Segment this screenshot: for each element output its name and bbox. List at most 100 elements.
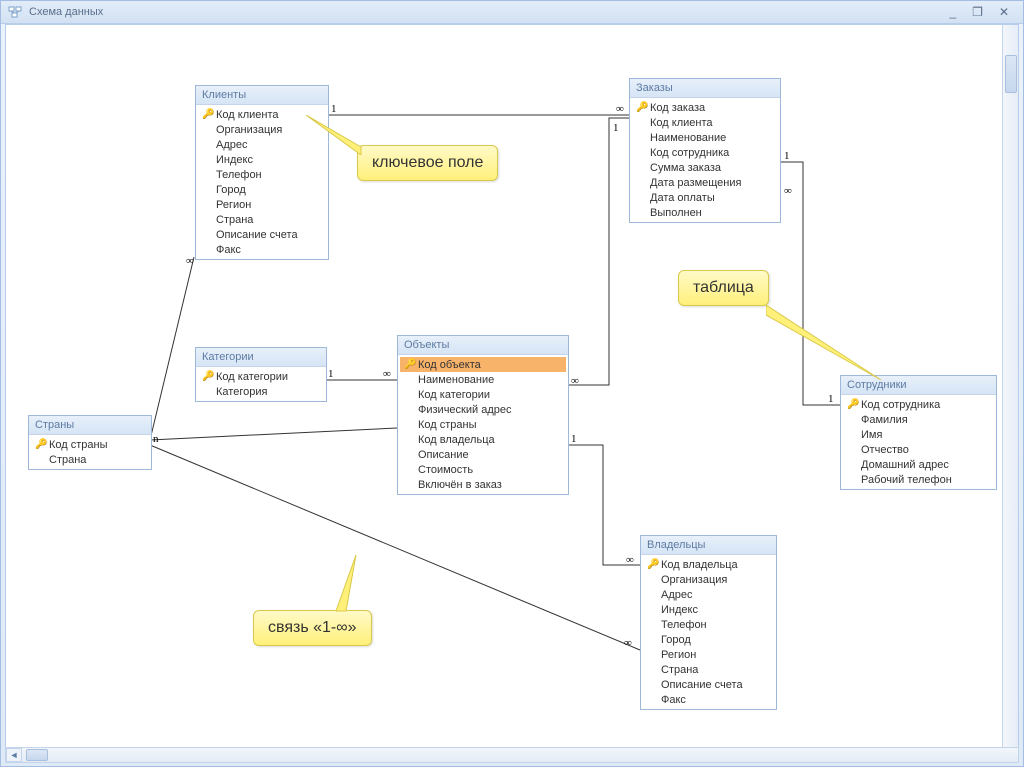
table-header[interactable]: Страны <box>29 416 151 435</box>
table-header[interactable]: Объекты <box>398 336 568 355</box>
field-primary-key[interactable]: 🔑Код владельца <box>643 557 774 572</box>
field[interactable]: Код сотрудника <box>632 145 778 160</box>
field[interactable]: Код клиента <box>632 115 778 130</box>
cardinality-one: 1 <box>613 122 619 134</box>
field[interactable]: Организация <box>198 122 326 137</box>
field[interactable]: Домашний адрес <box>843 457 994 472</box>
table-categories[interactable]: Категории 🔑Код категории Категория <box>195 347 327 402</box>
field[interactable]: Имя <box>843 427 994 442</box>
field[interactable]: Код владельца <box>400 432 566 447</box>
table-fields: 🔑Код объекта Наименование Код категории … <box>398 355 568 494</box>
field[interactable]: Регион <box>198 197 326 212</box>
field[interactable]: Фамилия <box>843 412 994 427</box>
field[interactable]: Страна <box>198 212 326 227</box>
field[interactable]: Код страны <box>400 417 566 432</box>
field[interactable]: Физический адрес <box>400 402 566 417</box>
field[interactable]: Организация <box>643 572 774 587</box>
field-primary-key[interactable]: 🔑Код сотрудника <box>843 397 994 412</box>
table-fields: 🔑Код владельца Организация Адрес Индекс … <box>641 555 776 709</box>
table-fields: 🔑Код заказа Код клиента Наименование Код… <box>630 98 780 222</box>
field[interactable]: Описание <box>400 447 566 462</box>
key-icon: 🔑 <box>202 109 214 120</box>
cardinality-many: ∞ <box>626 554 634 566</box>
cardinality-many: ∞ <box>784 185 792 197</box>
field-primary-key[interactable]: 🔑Код заказа <box>632 100 778 115</box>
table-fields: 🔑Код страны Страна <box>29 435 151 469</box>
scrollbar-thumb[interactable] <box>26 749 48 761</box>
field[interactable]: Описание счета <box>643 677 774 692</box>
callout-relation: связь «1-∞» <box>253 610 372 646</box>
field[interactable]: Город <box>198 182 326 197</box>
cardinality-one: 1 <box>328 368 334 380</box>
table-orders[interactable]: Заказы 🔑Код заказа Код клиента Наименова… <box>629 78 781 223</box>
field[interactable]: Страна <box>31 452 149 467</box>
field[interactable]: Выполнен <box>632 205 778 220</box>
vertical-scrollbar[interactable] <box>1002 25 1019 747</box>
field[interactable]: Описание счета <box>198 227 326 242</box>
diagram-canvas[interactable]: 1 ∞ 1 ∞ 1 ∞ 1 1 ∞ n ∞ 1 ∞ ∞ Клиенты 🔑Код… <box>6 25 1018 747</box>
callout-table: таблица <box>678 270 769 306</box>
field[interactable]: Отчество <box>843 442 994 457</box>
field[interactable]: Индекс <box>198 152 326 167</box>
field[interactable]: Адрес <box>643 587 774 602</box>
table-fields: 🔑Код категории Категория <box>196 367 326 401</box>
app-icon <box>7 4 23 20</box>
field[interactable]: Факс <box>643 692 774 707</box>
field[interactable]: Наименование <box>400 372 566 387</box>
table-header[interactable]: Сотрудники <box>841 376 996 395</box>
field-primary-key[interactable]: 🔑Код клиента <box>198 107 326 122</box>
field[interactable]: Категория <box>198 384 324 399</box>
field-primary-key[interactable]: 🔑Код категории <box>198 369 324 384</box>
table-employees[interactable]: Сотрудники 🔑Код сотрудника Фамилия Имя О… <box>840 375 997 490</box>
table-header[interactable]: Категории <box>196 348 326 367</box>
table-owners[interactable]: Владельцы 🔑Код владельца Организация Адр… <box>640 535 777 710</box>
field-primary-key[interactable]: 🔑Код объекта <box>400 357 566 372</box>
field[interactable]: Индекс <box>643 602 774 617</box>
table-header[interactable]: Заказы <box>630 79 780 98</box>
horizontal-scrollbar[interactable]: ◄ <box>5 747 1019 763</box>
field[interactable]: Телефон <box>643 617 774 632</box>
key-icon: 🔑 <box>636 102 648 113</box>
minimize-button[interactable]: _ <box>941 5 964 19</box>
window-title: Схема данных <box>29 6 941 18</box>
cardinality-one: 1 <box>828 393 834 405</box>
field[interactable]: Дата размещения <box>632 175 778 190</box>
field[interactable]: Наименование <box>632 130 778 145</box>
field-primary-key[interactable]: 🔑Код страны <box>31 437 149 452</box>
table-objects[interactable]: Объекты 🔑Код объекта Наименование Код ка… <box>397 335 569 495</box>
cardinality-one: 1 <box>331 103 337 115</box>
titlebar[interactable]: Схема данных _ ❐ ✕ <box>1 1 1023 24</box>
key-icon: 🔑 <box>847 399 859 410</box>
field[interactable]: Телефон <box>198 167 326 182</box>
field[interactable]: Регион <box>643 647 774 662</box>
field[interactable]: Страна <box>643 662 774 677</box>
key-icon: 🔑 <box>647 559 659 570</box>
field[interactable]: Стоимость <box>400 462 566 477</box>
field[interactable]: Код категории <box>400 387 566 402</box>
table-fields: 🔑Код клиента Организация Адрес Индекс Те… <box>196 105 328 259</box>
field[interactable]: Адрес <box>198 137 326 152</box>
field[interactable]: Включён в заказ <box>400 477 566 492</box>
table-clients[interactable]: Клиенты 🔑Код клиента Организация Адрес И… <box>195 85 329 260</box>
table-countries[interactable]: Страны 🔑Код страны Страна <box>28 415 152 470</box>
cardinality-many: ∞ <box>616 103 624 115</box>
callout-tail-icon <box>336 555 376 615</box>
scroll-left-icon[interactable]: ◄ <box>6 748 22 762</box>
field[interactable]: Факс <box>198 242 326 257</box>
table-header[interactable]: Владельцы <box>641 536 776 555</box>
diagram-canvas-frame: 1 ∞ 1 ∞ 1 ∞ 1 1 ∞ n ∞ 1 ∞ ∞ Клиенты 🔑Код… <box>5 24 1019 748</box>
key-icon: 🔑 <box>404 359 416 370</box>
cardinality-one: 1 <box>571 433 577 445</box>
field[interactable]: Город <box>643 632 774 647</box>
cardinality-one: 1 <box>784 150 790 162</box>
restore-button[interactable]: ❐ <box>964 5 991 19</box>
field[interactable]: Рабочий телефон <box>843 472 994 487</box>
table-header[interactable]: Клиенты <box>196 86 328 105</box>
cardinality-many: ∞ <box>383 368 391 380</box>
field[interactable]: Сумма заказа <box>632 160 778 175</box>
callout-tail-icon <box>766 305 886 385</box>
scrollbar-thumb[interactable] <box>1005 55 1017 93</box>
close-button[interactable]: ✕ <box>991 5 1017 19</box>
key-icon: 🔑 <box>35 439 47 450</box>
field[interactable]: Дата оплаты <box>632 190 778 205</box>
